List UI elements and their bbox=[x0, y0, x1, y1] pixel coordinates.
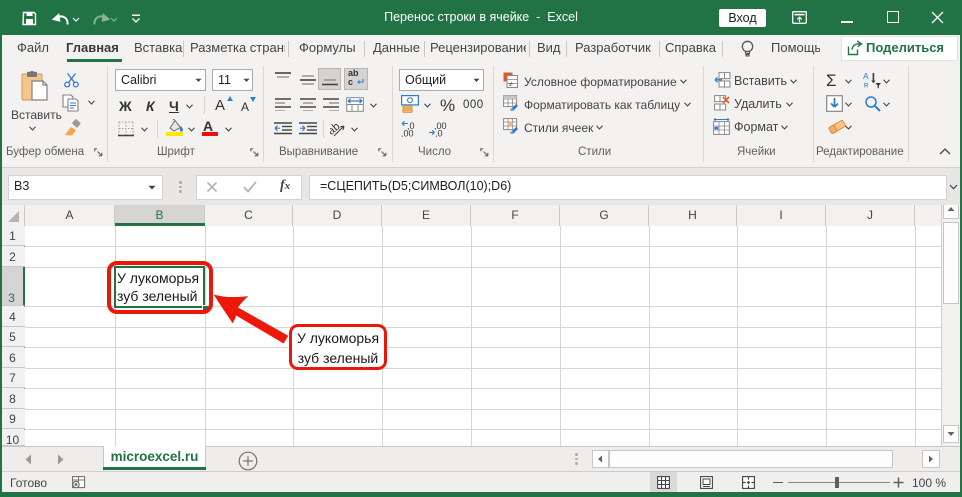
svg-text:,00: ,00 bbox=[401, 129, 414, 138]
svg-text:я: я bbox=[864, 80, 869, 90]
svg-text:,0: ,0 bbox=[435, 129, 443, 138]
svg-text:≠: ≠ bbox=[509, 82, 513, 89]
